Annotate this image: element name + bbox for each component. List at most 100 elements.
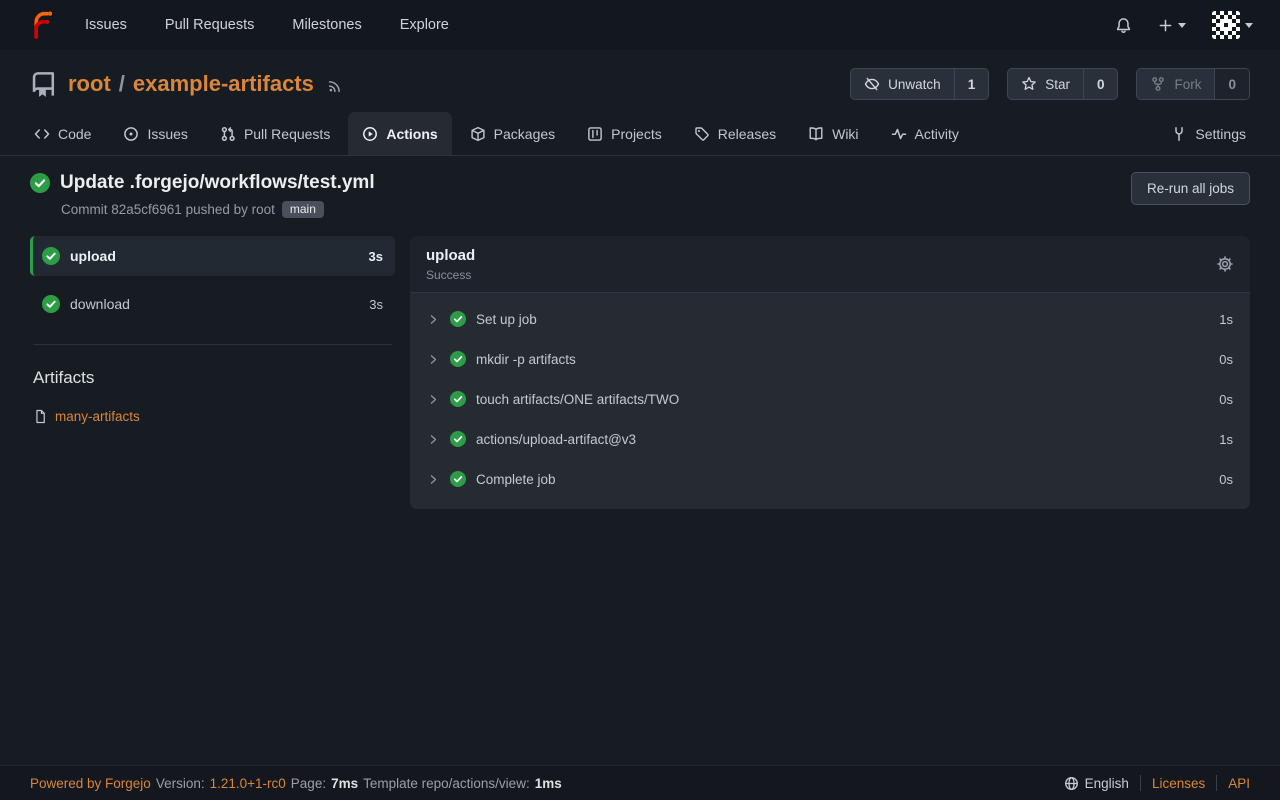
tab-wiki[interactable]: Wiki — [794, 112, 872, 155]
step-name: touch artifacts/ONE artifacts/TWO — [476, 392, 679, 407]
footer-divider — [1216, 775, 1217, 791]
repo-action-buttons: Unwatch 1 Star 0 Fork 0 — [850, 68, 1250, 100]
avatar — [1212, 11, 1240, 39]
check-circle-icon — [450, 351, 466, 367]
repo-name-link[interactable]: example-artifacts — [133, 71, 314, 97]
tab-code[interactable]: Code — [20, 112, 105, 155]
step-duration: 0s — [1219, 392, 1233, 407]
chevron-right-icon — [427, 393, 440, 406]
star-button[interactable]: Star 0 — [1007, 68, 1118, 100]
rss-icon[interactable] — [327, 78, 343, 94]
bell-icon[interactable] — [1115, 17, 1132, 34]
tab-packages[interactable]: Packages — [456, 112, 569, 155]
job-detail-header: upload Success — [410, 236, 1250, 293]
repo-separator: / — [119, 71, 125, 97]
licenses-link[interactable]: Licenses — [1152, 776, 1205, 791]
tab-settings[interactable]: Settings — [1157, 112, 1260, 155]
artifact-link-many-artifacts[interactable]: many-artifacts — [33, 409, 395, 424]
nav-link-pull-requests[interactable]: Pull Requests — [165, 17, 254, 33]
tab-actions[interactable]: Actions — [348, 112, 451, 155]
step-row-touch[interactable]: touch artifacts/ONE artifacts/TWO 0s — [410, 379, 1250, 419]
powered-by-forgejo-link[interactable]: Powered by Forgejo — [30, 776, 151, 791]
issue-circle-icon — [123, 126, 139, 142]
tab-issues[interactable]: Issues — [109, 112, 201, 155]
job-name: download — [70, 296, 130, 312]
run-header: Update .forgejo/workflows/test.yml Commi… — [30, 172, 1250, 218]
fork-label: Fork — [1174, 77, 1201, 92]
gear-icon[interactable] — [1216, 255, 1234, 273]
step-row-upload-artifact[interactable]: actions/upload-artifact@v3 1s — [410, 419, 1250, 459]
repo-tab-bar: Code Issues Pull Requests Actions Packag… — [0, 112, 1280, 156]
actions-run-view: Update .forgejo/workflows/test.yml Commi… — [0, 156, 1280, 509]
template-time-label: Template repo/actions/view: — [363, 776, 530, 791]
nav-link-milestones[interactable]: Milestones — [292, 17, 361, 33]
version-link[interactable]: 1.21.0+1-rc0 — [210, 776, 286, 791]
step-name: Set up job — [476, 312, 537, 327]
page-footer: Powered by Forgejo Version: 1.21.0+1-rc0… — [0, 765, 1280, 800]
job-item-download[interactable]: download 3s — [30, 284, 395, 324]
sidebar-divider — [33, 344, 392, 345]
book-icon — [808, 126, 824, 142]
fork-button[interactable]: Fork 0 — [1136, 68, 1250, 100]
repo-owner-link[interactable]: root — [68, 71, 111, 97]
tab-projects[interactable]: Projects — [573, 112, 676, 155]
artifacts-heading: Artifacts — [33, 368, 395, 388]
step-row-mkdir[interactable]: mkdir -p artifacts 0s — [410, 339, 1250, 379]
template-time-value: 1ms — [535, 776, 562, 791]
forks-count[interactable]: 0 — [1214, 69, 1249, 99]
create-new-dropdown[interactable] — [1158, 18, 1186, 33]
footer-divider — [1140, 775, 1141, 791]
unwatch-label: Unwatch — [888, 77, 941, 92]
watchers-count[interactable]: 1 — [954, 69, 989, 99]
pulse-icon — [891, 126, 907, 142]
check-circle-icon — [450, 391, 466, 407]
repo-header: root / example-artifacts Unwatch 1 Star … — [0, 50, 1280, 112]
star-label: Star — [1045, 77, 1070, 92]
chevron-down-icon — [1178, 23, 1186, 28]
chevron-down-icon — [1245, 23, 1253, 28]
eye-slash-icon — [864, 76, 880, 92]
nav-link-issues[interactable]: Issues — [85, 17, 127, 33]
job-name: upload — [70, 248, 116, 264]
step-name: actions/upload-artifact@v3 — [476, 432, 636, 447]
top-navbar: Issues Pull Requests Milestones Explore — [0, 0, 1280, 50]
forgejo-logo-icon[interactable] — [27, 10, 57, 40]
commit-text: Commit 82a5cf6961 pushed by root — [61, 202, 275, 217]
check-circle-icon — [42, 247, 60, 265]
job-detail-title: upload — [426, 247, 475, 264]
page-time-label: Page: — [291, 776, 326, 791]
chevron-right-icon — [427, 353, 440, 366]
nav-link-explore[interactable]: Explore — [400, 17, 449, 33]
tab-releases[interactable]: Releases — [680, 112, 790, 155]
version-label: Version: — [156, 776, 205, 791]
step-row-setup-job[interactable]: Set up job 1s — [410, 299, 1250, 339]
step-name: Complete job — [476, 472, 556, 487]
check-circle-icon — [30, 173, 50, 193]
file-icon — [33, 409, 48, 424]
branch-badge[interactable]: main — [282, 201, 324, 218]
footer-links: English Licenses API — [1064, 775, 1250, 791]
check-circle-icon — [450, 431, 466, 447]
repo-title: root / example-artifacts — [68, 71, 314, 97]
stars-count[interactable]: 0 — [1083, 69, 1118, 99]
tab-pull-requests[interactable]: Pull Requests — [206, 112, 344, 155]
unwatch-button[interactable]: Unwatch 1 — [850, 68, 989, 100]
package-icon — [470, 126, 486, 142]
fork-icon — [1150, 76, 1166, 92]
repo-book-icon — [30, 71, 57, 98]
code-icon — [34, 126, 50, 142]
step-row-complete-job[interactable]: Complete job 0s — [410, 459, 1250, 499]
play-circle-icon — [362, 126, 378, 142]
navbar-right — [1115, 11, 1253, 39]
page-time-value: 7ms — [331, 776, 358, 791]
run-title: Update .forgejo/workflows/test.yml — [60, 172, 375, 194]
user-menu-dropdown[interactable] — [1212, 11, 1253, 39]
rerun-all-jobs-button[interactable]: Re-run all jobs — [1131, 172, 1250, 205]
commit-line: Commit 82a5cf6961 pushed by root main — [61, 201, 375, 218]
api-link[interactable]: API — [1228, 776, 1250, 791]
chevron-right-icon — [427, 433, 440, 446]
check-circle-icon — [42, 295, 60, 313]
language-selector[interactable]: English — [1064, 776, 1129, 791]
tab-activity[interactable]: Activity — [877, 112, 973, 155]
job-item-upload[interactable]: upload 3s — [30, 236, 395, 276]
